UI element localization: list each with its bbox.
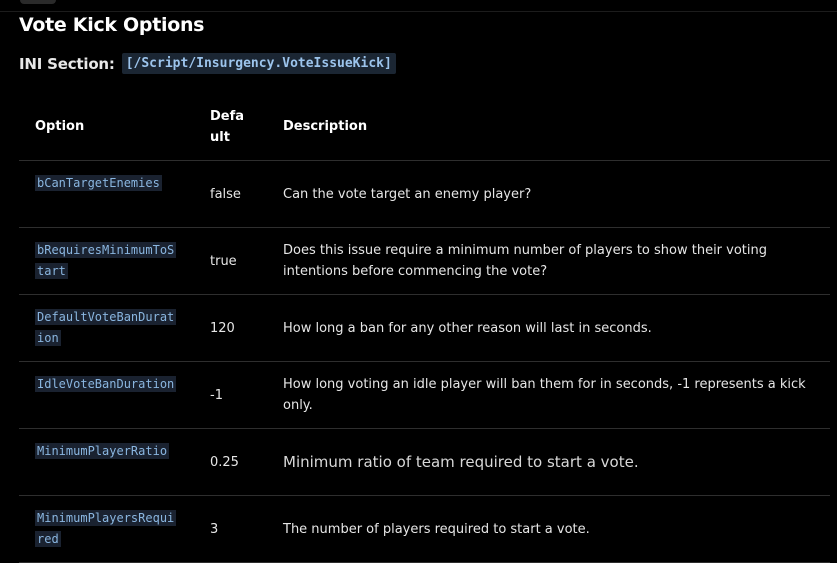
top-tab-stub[interactable]	[20, 0, 56, 4]
option-default: true	[210, 253, 237, 269]
table-row: bCanTargetEnemies false Can the vote tar…	[19, 161, 830, 228]
top-divider	[0, 11, 837, 12]
option-default: 120	[210, 320, 235, 336]
option-name: MinimumPlayerRatio	[35, 443, 170, 459]
option-description: Can the vote target an enemy player?	[283, 186, 532, 202]
table-row: bRequiresMinimumToStart true Does this i…	[19, 228, 830, 295]
option-description: The number of players required to start …	[283, 521, 590, 537]
option-description: How long voting an idle player will ban …	[283, 377, 806, 413]
table-row: DefaultVoteBanDuration 120 How long a ba…	[19, 295, 830, 362]
header-description: Description	[283, 119, 368, 134]
ini-section-code: [/Script/Insurgency.VoteIssueKick]	[121, 53, 396, 74]
option-name: bRequiresMinimumToStart	[35, 242, 177, 279]
option-default: false	[210, 186, 241, 202]
ini-section-line: INI Section: [/Script/Insurgency.VoteIss…	[19, 53, 396, 74]
table-row: MinimumPlayersRequired 3 The number of p…	[19, 496, 830, 563]
header-default: Defa ult	[210, 109, 245, 145]
page-title: Vote Kick Options	[19, 14, 205, 36]
option-description: How long a ban for any other reason will…	[283, 320, 652, 336]
ini-section-label: INI Section:	[19, 54, 115, 73]
table-row: MinimumPlayerRatio 0.25 Minimum ratio of…	[19, 429, 830, 496]
option-description: Does this issue require a minimum number…	[283, 243, 768, 279]
option-default: 3	[210, 521, 219, 537]
option-name: IdleVoteBanDuration	[35, 376, 177, 392]
option-default: -1	[210, 387, 223, 403]
option-name: bCanTargetEnemies	[35, 175, 162, 191]
option-default: 0.25	[210, 454, 239, 470]
option-name: DefaultVoteBanDuration	[35, 309, 177, 346]
header-option: Option	[35, 119, 85, 134]
table-row: IdleVoteBanDuration -1 How long voting a…	[19, 362, 830, 429]
option-description: Minimum ratio of team required to start …	[283, 452, 639, 471]
option-name: MinimumPlayersRequired	[35, 510, 177, 547]
options-table: Option Defa ult Description bCanTargetEn…	[19, 94, 830, 563]
table-header: Option Defa ult Description	[19, 94, 830, 161]
